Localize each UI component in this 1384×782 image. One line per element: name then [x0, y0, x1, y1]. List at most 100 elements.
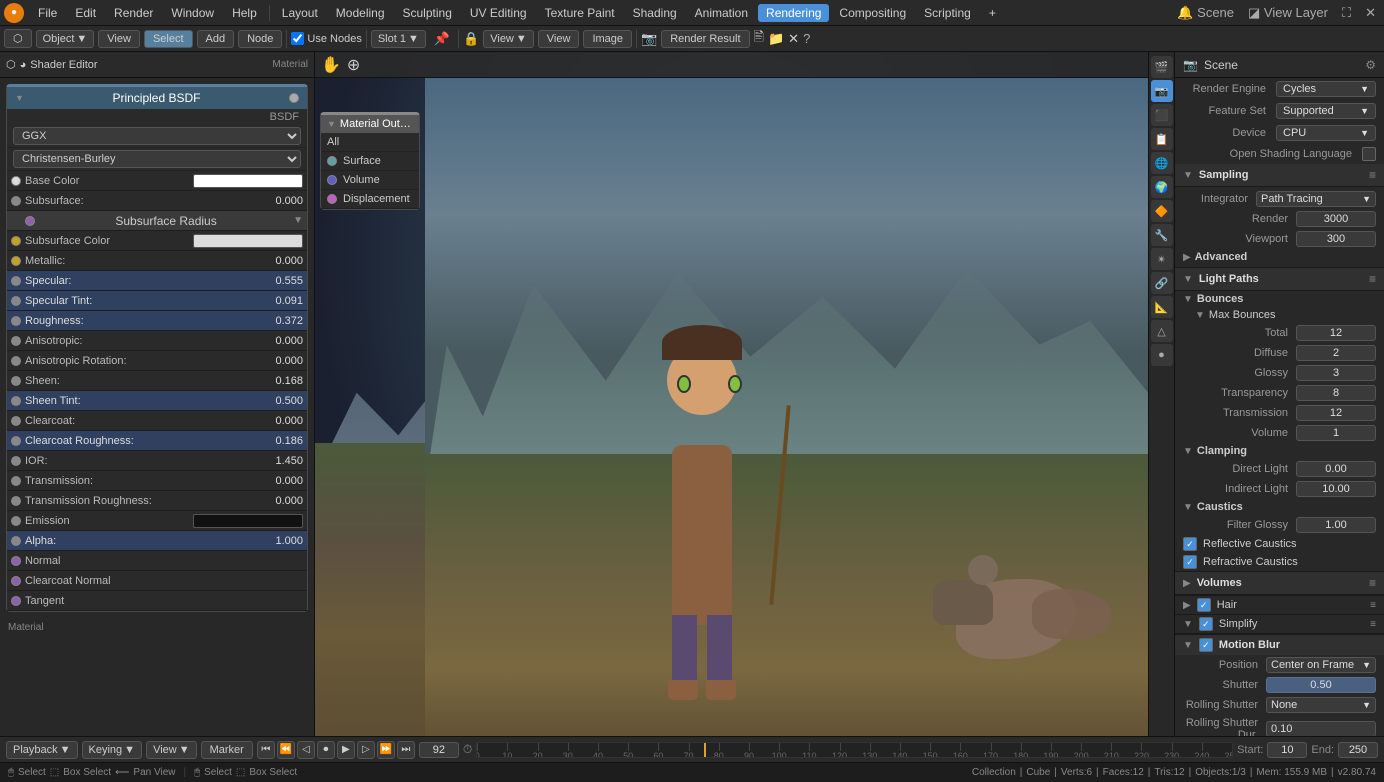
workspace-sculpting[interactable]: Sculpting — [395, 4, 460, 22]
filter-glossy-value[interactable]: 1.00 — [1296, 517, 1376, 533]
go-end-btn[interactable]: ⏭ — [397, 741, 415, 759]
refractive-caustics-checkbox[interactable]: ✓ — [1183, 555, 1197, 569]
props-icon-particles[interactable]: ✴ — [1151, 248, 1173, 270]
workspace-scripting[interactable]: Scripting — [916, 4, 979, 22]
subsurface-socket[interactable] — [11, 196, 21, 206]
props-icon-render[interactable]: 📷 — [1151, 80, 1173, 102]
workspace-add[interactable]: + — [981, 4, 1004, 22]
reflective-caustics-row[interactable]: ✓ Reflective Caustics — [1175, 535, 1384, 553]
sheen-socket[interactable] — [11, 376, 21, 386]
shading-lang-checkbox[interactable] — [1362, 147, 1376, 161]
engine-dropdown[interactable]: Cycles ▼ — [1276, 81, 1376, 97]
hair-row[interactable]: ▶ ✓ Hair ≡ — [1175, 596, 1384, 614]
subsurface-radius-row[interactable]: Subsurface Radius ▼ — [7, 211, 307, 231]
workspace-texture-paint[interactable]: Texture Paint — [537, 4, 623, 22]
subsurface-value[interactable]: 0.000 — [253, 195, 303, 207]
keying-dropdown[interactable]: Keying ▼ — [82, 741, 143, 759]
sheen-value[interactable]: 0.168 — [253, 375, 303, 387]
motion-blur-checkbox[interactable]: ✓ — [1199, 638, 1213, 652]
node-btn[interactable]: Node — [238, 30, 282, 48]
next-keyframe-btn[interactable]: ⏩ — [377, 741, 395, 759]
viewport-image-btn[interactable]: Image — [583, 30, 632, 48]
add-btn[interactable]: Add — [197, 30, 235, 48]
simplify-checkbox[interactable]: ✓ — [1199, 617, 1213, 631]
stop-btn[interactable]: ⏺ — [317, 741, 335, 759]
object-type-dropdown[interactable]: Object ▼ — [36, 30, 95, 48]
volumes-header[interactable]: ▶ Volumes ≡ — [1175, 572, 1384, 595]
specular-socket[interactable] — [11, 276, 21, 286]
base-color-swatch[interactable] — [193, 174, 303, 188]
ior-value[interactable]: 1.450 — [253, 455, 303, 467]
props-icon-data[interactable]: △ — [1151, 320, 1173, 342]
step-back-btn[interactable]: ◁ — [297, 741, 315, 759]
volume-b-value[interactable]: 1 — [1296, 425, 1376, 441]
feature-set-dropdown[interactable]: Supported ▼ — [1276, 103, 1376, 119]
tangent-socket[interactable] — [11, 596, 21, 606]
viewport-view-dropdown[interactable]: View ▼ — [483, 30, 534, 48]
subsurface-radius-socket[interactable] — [25, 216, 35, 226]
clearcoat-value[interactable]: 0.000 — [253, 415, 303, 427]
workspace-modeling[interactable]: Modeling — [328, 4, 393, 22]
workspace-uv-editing[interactable]: UV Editing — [462, 4, 535, 22]
props-icon-output[interactable]: ⬛ — [1151, 104, 1173, 126]
anisotropic-rotation-socket[interactable] — [11, 356, 21, 366]
anisotropic-rotation-value[interactable]: 0.000 — [253, 355, 303, 367]
light-paths-header[interactable]: ▼ Light Paths ≡ — [1175, 268, 1384, 291]
pin-icon[interactable]: 📌 — [430, 29, 454, 49]
props-icon-object[interactable]: 🔶 — [1151, 200, 1173, 222]
specular-value[interactable]: 0.555 — [253, 275, 303, 287]
hair-checkbox[interactable]: ✓ — [1197, 598, 1211, 612]
clearcoat-roughness-value[interactable]: 0.186 — [253, 435, 303, 447]
menu-render[interactable]: Render — [106, 4, 161, 22]
menu-edit[interactable]: Edit — [67, 4, 104, 22]
workspace-animation[interactable]: Animation — [687, 4, 756, 22]
subsurface-color-socket[interactable] — [11, 236, 21, 246]
ior-socket[interactable] — [11, 456, 21, 466]
workspace-rendering[interactable]: Rendering — [758, 4, 829, 22]
view-dropdown[interactable]: View ▼ — [146, 741, 197, 759]
metallic-socket[interactable] — [11, 256, 21, 266]
workspace-shading[interactable]: Shading — [625, 4, 685, 22]
refractive-caustics-row[interactable]: ✓ Refractive Caustics — [1175, 553, 1384, 571]
specular-tint-value[interactable]: 0.091 — [253, 295, 303, 307]
slot-dropdown[interactable]: Slot 1 ▼ — [371, 30, 426, 48]
play-btn[interactable]: ▶ — [337, 741, 355, 759]
emission-socket[interactable] — [11, 516, 21, 526]
bsdf-collapse-arrow[interactable]: ▼ — [15, 93, 24, 103]
anisotropic-value[interactable]: 0.000 — [253, 335, 303, 347]
emission-swatch[interactable] — [193, 514, 303, 528]
viewport-view2-btn[interactable]: View — [538, 30, 580, 48]
position-dropdown[interactable]: Center on Frame ▼ — [1266, 657, 1376, 673]
normal-socket[interactable] — [11, 556, 21, 566]
sheen-tint-socket[interactable] — [11, 396, 21, 406]
rolling-dur-value[interactable]: 0.10 — [1266, 721, 1376, 737]
clearcoat-normal-socket[interactable] — [11, 576, 21, 586]
transmission-roughness-value[interactable]: 0.000 — [253, 495, 303, 507]
bsdf-output-socket[interactable] — [289, 93, 299, 103]
diffuse-value[interactable]: 2 — [1296, 345, 1376, 361]
menu-window[interactable]: Window — [163, 4, 222, 22]
close-icon[interactable]: ✕ — [1361, 3, 1380, 23]
shutter-value[interactable]: 0.50 — [1266, 677, 1376, 693]
direct-light-value[interactable]: 0.00 — [1296, 461, 1376, 477]
total-value[interactable]: 12 — [1296, 325, 1376, 341]
integrator-dropdown[interactable]: Path Tracing ▼ — [1256, 191, 1376, 207]
subsurface-color-swatch[interactable] — [193, 234, 303, 248]
bounces-header[interactable]: ▼ Bounces — [1175, 291, 1384, 307]
alpha-socket[interactable] — [11, 536, 21, 546]
render-close[interactable]: ✕ — [788, 31, 799, 47]
sheen-tint-value[interactable]: 0.500 — [253, 395, 303, 407]
fullscreen-icon[interactable]: ⛶ — [1338, 3, 1355, 23]
advanced-subsection-header[interactable]: ▶ Advanced — [1175, 249, 1384, 265]
timeline-ruler[interactable]: 0102030405060708090100110120130140150160… — [476, 742, 1233, 758]
rolling-shutter-dropdown[interactable]: None ▼ — [1266, 697, 1376, 713]
transmission-b-value[interactable]: 12 — [1296, 405, 1376, 421]
motion-blur-header[interactable]: ▼ ✓ Motion Blur — [1175, 635, 1384, 655]
roughness-value[interactable]: 0.372 — [253, 315, 303, 327]
clearcoat-socket[interactable] — [11, 416, 21, 426]
transparency-value[interactable]: 8 — [1296, 385, 1376, 401]
props-icon-physics[interactable]: 🔗 — [1151, 272, 1173, 294]
menu-help[interactable]: Help — [224, 4, 265, 22]
prev-keyframe-btn[interactable]: ⏪ — [277, 741, 295, 759]
base-color-socket[interactable] — [11, 176, 21, 186]
